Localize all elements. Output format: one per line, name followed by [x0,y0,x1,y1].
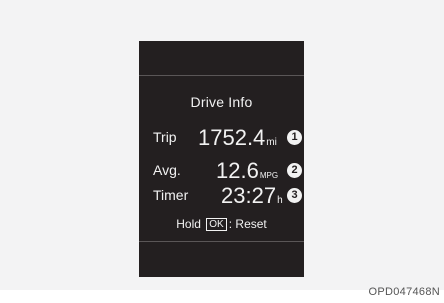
trip-label: Trip [153,129,177,145]
average-value-group: 12.6MPG [216,158,278,184]
trip-value-group: 1752.4mi [198,125,277,151]
reset-instruction: Hold OK: Reset [139,217,304,231]
bottom-divider [139,241,304,242]
reset-text: : Reset [228,217,267,231]
callout-marker-2: 2 [287,163,302,178]
figure-code: OPD047468N [368,286,440,298]
timer-unit: h [277,195,283,206]
trip-unit: mi [266,137,277,148]
ok-key-icon: OK [206,218,227,231]
hold-text: Hold [176,217,201,231]
top-divider [139,75,304,76]
drive-info-title: Drive Info [190,94,253,110]
callout-marker-1: 1 [287,130,302,145]
callout-marker-3: 3 [287,188,302,203]
timer-value: 23:27 [221,183,277,208]
cluster-display: Drive Info Trip 1752.4mi 1 Avg. 12.6MPG … [139,41,304,277]
timer-value-group: 23:27h [221,183,283,209]
trip-value: 1752.4 [198,125,266,150]
average-value: 12.6 [216,158,259,183]
average-unit: MPG [259,171,279,180]
average-label: Avg. [153,162,181,178]
timer-label: Timer [153,187,189,203]
